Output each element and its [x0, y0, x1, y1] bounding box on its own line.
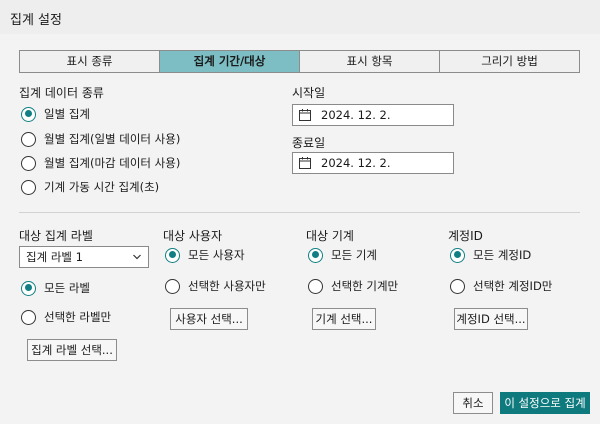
select-machines-button[interactable]: 기계 선택...	[312, 308, 376, 330]
select-users-button[interactable]: 사용자 선택...	[170, 308, 248, 330]
radio-button[interactable]	[165, 247, 180, 263]
radio-selected-machines[interactable]: 선택한 기계만	[308, 277, 398, 295]
radio-label: 모든 계정ID	[473, 248, 532, 262]
radio-button[interactable]	[21, 106, 36, 122]
tab-period-target[interactable]: 집계 기간/대상	[159, 50, 300, 73]
aggregation-settings-dialog: 집계 설정 표시 종류 집계 기간/대상 표시 항목 그리기 방법 집계 데이터…	[0, 0, 600, 424]
start-date-value: 2024. 12. 2.	[321, 108, 391, 122]
radio-selected-accounts[interactable]: 선택한 계정ID만	[450, 277, 552, 295]
radio-label: 모든 기계	[331, 248, 377, 262]
radio-label: 월별 집계(일별 데이터 사용)	[44, 132, 181, 146]
radio-button[interactable]	[21, 309, 36, 325]
radio-label: 선택한 기계만	[331, 279, 399, 293]
radio-label: 선택한 사용자만	[188, 279, 266, 293]
apply-settings-button[interactable]: 이 설정으로 집계	[500, 392, 590, 414]
target-label-select[interactable]: 집계 라벨 1	[19, 246, 149, 268]
radio-all-labels[interactable]: 모든 라벨	[21, 279, 90, 297]
target-label-heading: 대상 집계 라벨	[19, 229, 93, 243]
radio-button[interactable]	[165, 278, 180, 294]
radio-button[interactable]	[21, 155, 36, 171]
start-date-picker[interactable]: 2024. 12. 2.	[292, 104, 454, 126]
radio-selected-labels[interactable]: 선택한 라벨만	[21, 308, 111, 326]
tab-display-type[interactable]: 표시 종류	[19, 50, 160, 73]
calendar-icon	[299, 109, 311, 121]
end-date-value: 2024. 12. 2.	[321, 156, 391, 170]
calendar-icon	[299, 157, 311, 169]
select-accounts-button[interactable]: 계정ID 선택...	[454, 308, 528, 330]
radio-label: 선택한 계정ID만	[473, 279, 553, 293]
target-machine-heading: 대상 기계	[306, 229, 354, 243]
radio-label: 모든 라벨	[44, 281, 90, 295]
radio-button[interactable]	[21, 280, 36, 296]
radio-label: 기계 가동 시간 집계(초)	[44, 180, 160, 194]
tab-bar: 표시 종류 집계 기간/대상 표시 항목 그리기 방법	[19, 50, 580, 73]
tab-drawing-method[interactable]: 그리기 방법	[439, 50, 580, 73]
title-bar: 집계 설정	[0, 0, 600, 34]
radio-button[interactable]	[450, 247, 465, 263]
tab-display-items[interactable]: 표시 항목	[299, 50, 440, 73]
radio-label: 모든 사용자	[188, 248, 245, 262]
radio-button[interactable]	[450, 278, 465, 294]
data-type-heading: 집계 데이터 종류	[19, 86, 104, 100]
start-date-label: 시작일	[292, 86, 326, 100]
section-divider	[19, 212, 580, 213]
radio-machine-uptime[interactable]: 기계 가동 시간 집계(초)	[21, 178, 159, 196]
radio-button[interactable]	[21, 179, 36, 195]
end-date-label: 종료일	[292, 136, 326, 150]
end-date-picker[interactable]: 2024. 12. 2.	[292, 152, 454, 174]
radio-label: 일별 집계	[44, 107, 90, 121]
radio-button[interactable]	[21, 131, 36, 147]
radio-all-accounts[interactable]: 모든 계정ID	[450, 246, 531, 264]
radio-all-machines[interactable]: 모든 기계	[308, 246, 377, 264]
radio-button[interactable]	[308, 278, 323, 294]
radio-label: 선택한 라벨만	[44, 310, 112, 324]
radio-label: 월별 집계(마감 데이터 사용)	[44, 156, 181, 170]
radio-button[interactable]	[308, 247, 323, 263]
radio-monthly-closing[interactable]: 월별 집계(마감 데이터 사용)	[21, 154, 180, 172]
target-user-heading: 대상 사용자	[163, 229, 223, 243]
window-title: 집계 설정	[10, 13, 62, 28]
radio-daily[interactable]: 일별 집계	[21, 105, 90, 123]
cancel-button[interactable]: 취소	[453, 392, 493, 414]
chevron-down-icon	[133, 254, 141, 260]
select-labels-button[interactable]: 집계 라벨 선택...	[27, 339, 117, 361]
account-heading: 계정ID	[448, 229, 483, 243]
target-label-select-value: 집계 라벨 1	[26, 250, 83, 264]
radio-all-users[interactable]: 모든 사용자	[165, 246, 245, 264]
radio-monthly-daily[interactable]: 월별 집계(일별 데이터 사용)	[21, 130, 180, 148]
radio-selected-users[interactable]: 선택한 사용자만	[165, 277, 266, 295]
